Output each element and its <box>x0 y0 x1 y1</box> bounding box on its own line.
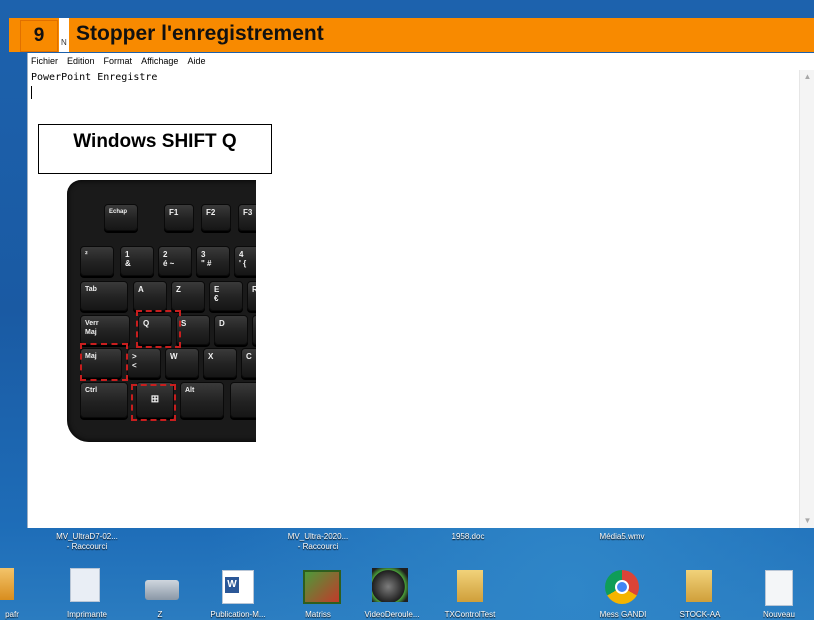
menu-fichier[interactable]: Fichier <box>31 56 58 66</box>
step-number: 9 <box>20 20 58 52</box>
key-a: A <box>133 281 167 311</box>
key-f1: F1 <box>164 204 194 231</box>
shortcut-callout: Windows SHIFT Q <box>38 124 272 174</box>
document-icon[interactable] <box>70 568 100 602</box>
desktop-label-mess-gandi[interactable]: Mess GANDI <box>588 610 658 620</box>
key-f3: F3 <box>238 204 256 231</box>
key-superscript-2: ² <box>80 246 114 276</box>
key-1: 1 & <box>120 246 154 276</box>
chrome-icon[interactable] <box>605 570 639 604</box>
text-caret <box>31 86 32 99</box>
desktop-label-media5[interactable]: Média5.wmv <box>582 532 662 542</box>
folder-zip-icon[interactable] <box>457 570 483 602</box>
vertical-scrollbar[interactable]: ▲ ▼ <box>799 70 814 528</box>
shortcut-text: Windows SHIFT Q <box>73 131 237 152</box>
key-ctrl: Ctrl <box>80 382 128 418</box>
key-alt: Alt <box>180 382 224 418</box>
title-banner: 9 N Stopper l'enregistrement <box>9 18 814 52</box>
key-escape: Echap <box>104 204 138 231</box>
menu-aide[interactable]: Aide <box>187 56 205 66</box>
desktop-label-stock-aa[interactable]: STOCK-AA <box>670 610 730 620</box>
desktop-label-nouveau[interactable]: Nouveau <box>752 610 806 620</box>
highlight-shift-key <box>80 343 128 381</box>
key-w: W <box>165 348 199 378</box>
scroll-down-icon[interactable]: ▼ <box>800 514 814 528</box>
banner-small-letter: N <box>61 38 67 47</box>
key-d: D <box>214 315 248 345</box>
key-tab: Tab <box>80 281 128 311</box>
key-caps-lock: Verr Maj <box>80 315 130 345</box>
folder-zip-icon[interactable] <box>686 570 712 602</box>
label-text: Média5.wmv <box>599 532 645 541</box>
keyboard-image: Echap F1 F2 F3 ² 1 & 2 é ~ 3 " # 4 ' { T… <box>60 180 256 446</box>
chrome-center-icon <box>615 580 629 594</box>
key-4: 4 ' { <box>234 246 256 276</box>
key-2: 2 é ~ <box>158 246 192 276</box>
key-3: 3 " # <box>196 246 230 276</box>
desktop-label-imprimante[interactable]: Imprimante <box>52 610 122 620</box>
desktop-label-mv-ultra-2020[interactable]: MV_Ultra-2020... - Raccourci <box>273 532 363 552</box>
key-r: R <box>247 281 256 311</box>
label-text: MV_Ultra-2020... - Raccourci <box>287 532 349 551</box>
key-x: X <box>203 348 237 378</box>
key-e: E € <box>209 281 243 311</box>
menu-bar: Fichier Edition Format Affichage Aide <box>28 53 814 69</box>
menu-edition[interactable]: Edition <box>67 56 95 66</box>
label-text: MV_UltraD7-02... - Raccourci <box>56 532 118 551</box>
desktop-label-videoderoule[interactable]: VideoDeroule... <box>356 610 428 620</box>
key-less-than: > < <box>127 348 161 378</box>
banner-title: Stopper l'enregistrement <box>76 22 324 45</box>
desktop-label-matriss[interactable]: Matriss <box>290 610 346 620</box>
highlight-windows-key <box>131 384 176 421</box>
word-document-icon[interactable]: W <box>222 570 254 604</box>
folder-icon[interactable] <box>0 568 14 600</box>
key-c: C <box>241 348 256 378</box>
video-icon[interactable] <box>372 568 408 602</box>
desktop-label-txcontroltest[interactable]: TXControlTest <box>432 610 508 620</box>
label-text: 1958.doc <box>451 532 485 541</box>
desktop-label-pafr[interactable]: pafr <box>0 610 24 620</box>
text-file-icon[interactable] <box>765 570 793 606</box>
key-f2: F2 <box>201 204 231 231</box>
scroll-up-icon[interactable]: ▲ <box>800 70 814 84</box>
key-z: Z <box>171 281 205 311</box>
highlight-q-key <box>136 310 181 348</box>
key-s: S <box>176 315 210 345</box>
desktop-label-mv-ultrad7[interactable]: MV_UltraD7-02... - Raccourci <box>42 532 132 552</box>
printer-icon[interactable] <box>145 580 179 600</box>
desktop-label-1958-doc[interactable]: 1958.doc <box>428 532 508 542</box>
matriss-icon[interactable] <box>303 570 341 604</box>
menu-format[interactable]: Format <box>104 56 133 66</box>
desktop-label-z[interactable]: Z <box>150 610 170 620</box>
key-f: F <box>252 315 256 345</box>
menu-affichage[interactable]: Affichage <box>141 56 178 66</box>
editor-content: PowerPoint Enregistre <box>31 72 158 83</box>
word-logo-icon: W <box>225 577 239 593</box>
desktop-label-publication[interactable]: Publication-M... <box>196 610 280 620</box>
key-space <box>230 382 256 418</box>
